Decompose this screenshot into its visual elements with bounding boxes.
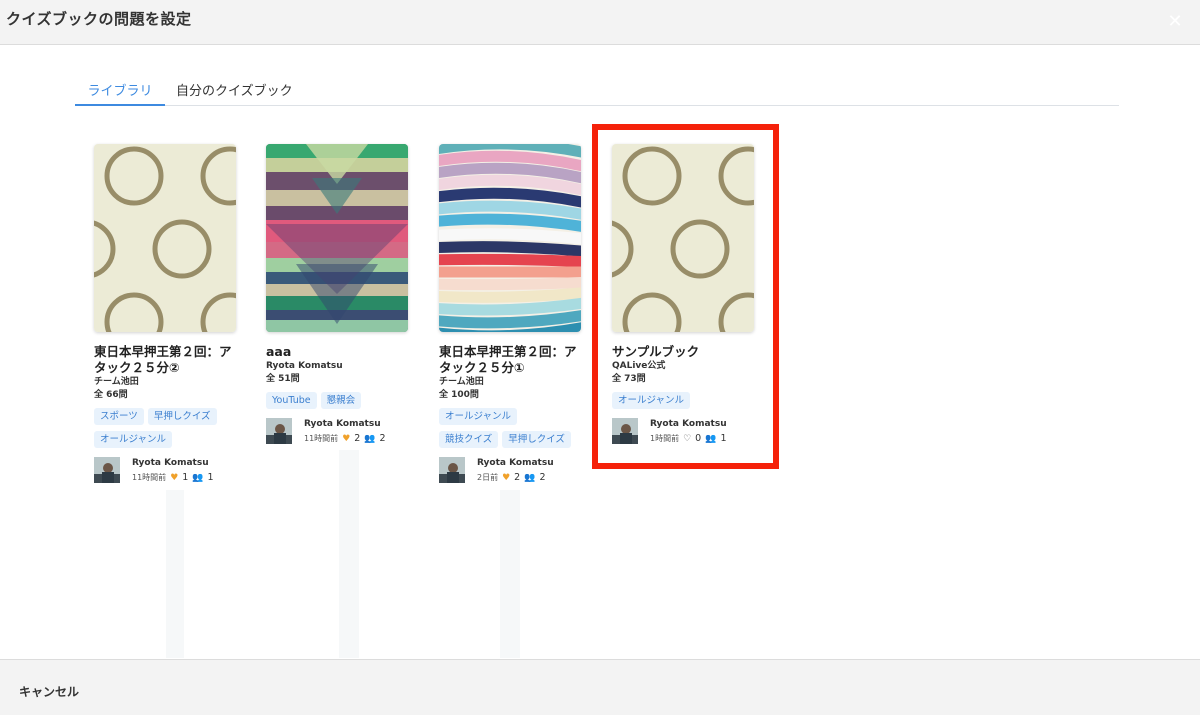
modal-title: クイズブックの問題を設定 — [6, 10, 192, 28]
tag[interactable]: 懇親会 — [320, 392, 362, 409]
card-title: 東日本早押王第２回：アタック２５分② — [94, 344, 232, 375]
updated-time: 11時間前 — [304, 434, 339, 443]
cover-image-triangles — [266, 144, 408, 332]
like-count: 2 — [514, 472, 521, 483]
column-shade — [500, 490, 520, 658]
tab-library[interactable]: ライブラリ — [75, 80, 165, 106]
column-shade — [166, 490, 184, 658]
tab-bar: ライブラリ 自分のクイズブック — [75, 72, 1119, 106]
avatar — [266, 418, 292, 444]
updated-time: 11時間前 — [132, 473, 167, 482]
tag-list: オールジャンル 競技クイズ 早押しクイズ — [439, 408, 581, 448]
tag[interactable]: オールジャンル — [94, 431, 173, 448]
users-icon: 👥 — [192, 472, 204, 483]
tab-my-quizbooks[interactable]: 自分のクイズブック — [176, 80, 293, 106]
tag[interactable]: オールジャンル — [439, 408, 518, 425]
cover-image-circles — [94, 144, 236, 332]
like-count: 2 — [354, 433, 361, 444]
tag[interactable]: スポーツ — [94, 408, 144, 425]
avatar — [94, 457, 120, 483]
avatar — [439, 457, 465, 483]
card-meta: 11時間前 ♥ 1 👥 1 — [132, 472, 214, 483]
question-count: 全 51問 — [266, 374, 300, 384]
question-count: 全 100問 — [439, 390, 479, 400]
card-meta: 11時間前 ♥ 2 👥 2 — [304, 433, 386, 444]
card-title: 東日本早押王第２回：アタック２５分① — [439, 344, 577, 375]
card-meta: 2日前 ♥ 2 👥 2 — [477, 472, 545, 483]
user-count: 2 — [539, 472, 546, 483]
question-count: 全 66問 — [94, 390, 128, 400]
heart-icon[interactable]: ♥ — [170, 473, 178, 483]
tag-list: YouTube 懇親会 — [266, 392, 408, 409]
author-row: Ryota Komatsu 11時間前 ♥ 2 👥 2 — [266, 418, 408, 446]
close-icon[interactable]: ✕ — [1164, 11, 1186, 33]
card-title: aaa — [266, 344, 292, 359]
card-owner: Ryota Komatsu — [266, 361, 343, 371]
quizbook-card[interactable]: 東日本早押王第２回：アタック２５分② チーム池田 全 66問 スポーツ 早押しク… — [94, 144, 236, 485]
column-shade — [339, 450, 359, 658]
tag-list: スポーツ 早押しクイズ オールジャンル — [94, 408, 236, 448]
author-name: Ryota Komatsu — [132, 458, 209, 468]
users-icon: 👥 — [364, 433, 376, 444]
tag[interactable]: YouTube — [266, 392, 317, 409]
author-name: Ryota Komatsu — [304, 419, 381, 429]
cancel-button[interactable]: キャンセル — [19, 683, 79, 700]
user-count: 2 — [379, 433, 386, 444]
card-owner: チーム池田 — [94, 377, 139, 387]
users-icon: 👥 — [524, 472, 536, 483]
like-count: 1 — [182, 472, 189, 483]
quizbook-card[interactable]: 東日本早押王第２回：アタック２５分① チーム池田 全 100問 オールジャンル … — [439, 144, 581, 485]
card-owner: チーム池田 — [439, 377, 484, 387]
author-row: Ryota Komatsu 11時間前 ♥ 1 👥 1 — [94, 457, 236, 485]
tag[interactable]: 早押しクイズ — [147, 408, 217, 425]
heart-icon[interactable]: ♥ — [502, 473, 510, 483]
user-count: 1 — [207, 472, 214, 483]
tag[interactable]: 早押しクイズ — [502, 431, 571, 448]
tag[interactable]: 競技クイズ — [439, 431, 499, 448]
modal-footer: キャンセル — [0, 659, 1200, 715]
heart-icon[interactable]: ♥ — [342, 434, 350, 444]
updated-time: 2日前 — [477, 473, 499, 482]
cover-image-waves — [439, 144, 581, 332]
author-name: Ryota Komatsu — [477, 458, 554, 468]
author-row: Ryota Komatsu 2日前 ♥ 2 👥 2 — [439, 457, 581, 485]
modal-header: クイズブックの問題を設定 ✕ — [0, 0, 1200, 45]
quizbook-card[interactable]: aaa Ryota Komatsu 全 51問 YouTube 懇親会 Ryot… — [266, 144, 408, 446]
highlight-box — [592, 124, 779, 469]
